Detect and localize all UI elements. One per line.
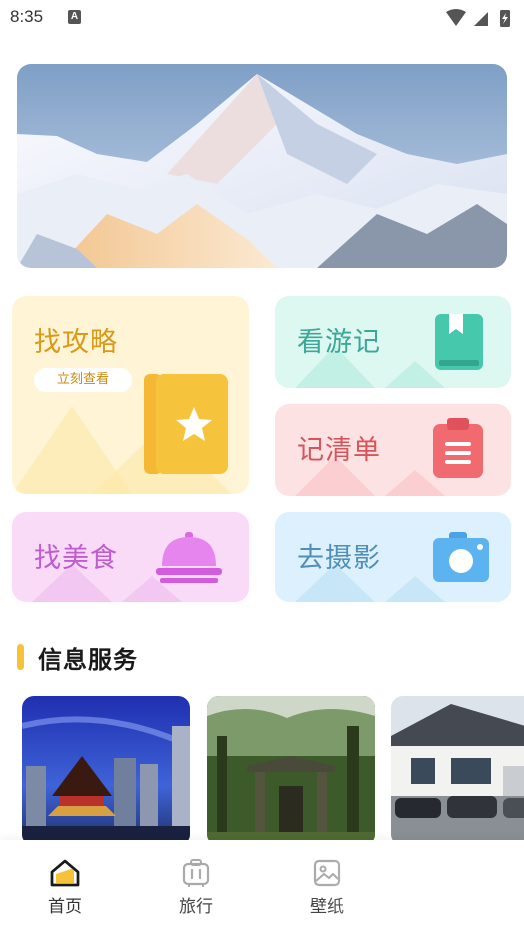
star-book-icon	[144, 374, 228, 474]
night-city-image	[22, 696, 190, 846]
card-guide-title: 找攻略	[34, 327, 118, 358]
card-checklist[interactable]: 记清单	[275, 404, 511, 496]
card-travelogue-title: 看游记	[297, 327, 381, 358]
camera-icon	[433, 532, 489, 582]
card-food[interactable]: 找美食	[12, 512, 249, 602]
banner[interactable]	[17, 64, 507, 268]
card-photo[interactable]: 去摄影	[275, 512, 511, 602]
card-travelogue[interactable]: 看游记	[275, 296, 511, 388]
section-accent-bar	[17, 644, 24, 670]
card-checklist-title: 记清单	[297, 435, 381, 466]
snowy-mountain-image	[17, 64, 507, 268]
nav-label-travel: 旅行	[179, 897, 213, 917]
thumbnail-city-night[interactable]	[22, 696, 190, 846]
thumbnail-house[interactable]	[391, 696, 524, 846]
status-icons	[446, 9, 510, 27]
card-food-title: 找美食	[34, 543, 118, 574]
house-cars-image	[391, 696, 524, 846]
forest-gate-image	[207, 696, 375, 846]
card-photo-title: 去摄影	[297, 543, 381, 574]
info-service-list	[22, 696, 524, 846]
bottom-nav: 首页 旅行 壁纸	[0, 840, 524, 931]
clipboard-icon	[433, 418, 483, 478]
view-now-button[interactable]: 立刻查看	[34, 368, 132, 392]
nav-label-home: 首页	[48, 897, 82, 917]
nav-overlay-fade	[330, 840, 524, 931]
home-icon	[50, 859, 80, 887]
card-guide[interactable]: 找攻略 立刻查看	[12, 296, 249, 494]
wifi-icon	[446, 9, 466, 26]
signal-icon	[474, 12, 488, 26]
suitcase-icon	[182, 859, 210, 887]
nav-item-home[interactable]: 首页	[30, 858, 100, 917]
status-time: 8:35	[10, 7, 44, 26]
food-cloche-icon	[156, 532, 222, 583]
nav-item-travel[interactable]: 旅行	[161, 858, 231, 917]
bookmark-book-icon	[435, 314, 483, 370]
section-title: 信息服务	[38, 646, 138, 674]
a-notification-icon: A	[68, 10, 81, 24]
status-bar: 8:35 A	[0, 0, 524, 36]
thumbnail-forest-gate[interactable]	[207, 696, 375, 846]
